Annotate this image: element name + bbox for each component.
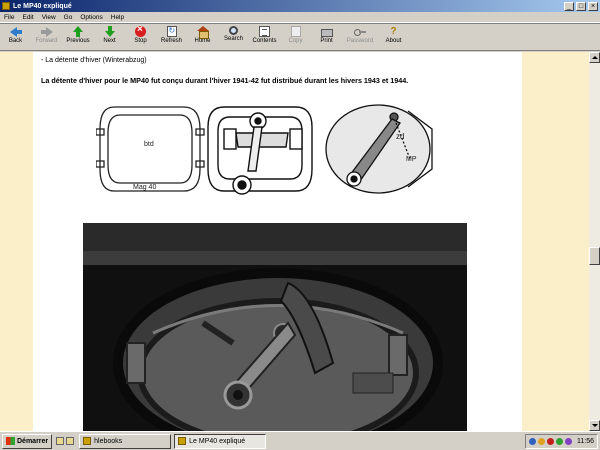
quick-launch-icon[interactable] xyxy=(56,437,65,445)
refresh-label: Refresh xyxy=(160,38,182,44)
search-label: Search xyxy=(223,36,243,42)
close-button[interactable]: × xyxy=(588,1,598,11)
clock: 11:56 xyxy=(577,437,594,445)
section-text: La détente d'hiver pour le MP40 fut conç… xyxy=(41,76,409,85)
previous-label: Previous xyxy=(66,38,90,44)
system-tray: 11:56 xyxy=(525,433,598,449)
menu-view[interactable]: View xyxy=(38,14,60,21)
minimize-button[interactable]: _ xyxy=(564,1,574,11)
window-title: Le MP40 expliqué xyxy=(13,2,72,10)
trigger-drawings: btd Mag 40 zd MP xyxy=(96,104,433,195)
task-mp40[interactable]: Le MP40 expliqué xyxy=(174,433,267,449)
print-icon xyxy=(320,29,333,37)
cover-mark: btd xyxy=(144,141,154,148)
task-hlebooks[interactable]: hlebooks xyxy=(79,433,172,449)
search-icon xyxy=(229,26,238,35)
about-button[interactable]: ? About xyxy=(378,26,409,50)
password-label: Password xyxy=(346,38,374,44)
plate-drawing xyxy=(325,104,433,194)
menu-help[interactable]: Help xyxy=(107,14,128,21)
contents-label: Contents xyxy=(252,38,277,44)
home-icon xyxy=(196,26,209,39)
next-button[interactable]: Next xyxy=(94,26,125,50)
stop-label: Stop xyxy=(134,38,147,44)
copy-icon xyxy=(290,26,301,37)
help-book-icon xyxy=(178,437,187,445)
about-icon: ? xyxy=(390,26,397,37)
next-label: Next xyxy=(103,38,116,44)
next-arrow-icon xyxy=(104,26,116,37)
cover-drawing xyxy=(96,106,205,192)
forward-label: Forward xyxy=(35,38,58,44)
back-label: Back xyxy=(8,38,23,44)
menu-go[interactable]: Go xyxy=(60,14,77,21)
menu-options[interactable]: Options xyxy=(76,14,106,21)
print-button[interactable]: Print xyxy=(311,26,342,50)
toolbar: Back Forward Previous Next Stop Refresh … xyxy=(0,23,600,51)
update-icon[interactable] xyxy=(556,437,563,445)
forward-arrow-icon xyxy=(40,26,53,37)
stop-button[interactable]: Stop xyxy=(125,24,156,50)
maximize-button[interactable]: □ xyxy=(576,1,586,11)
menu-bar: File Edit View Go Options Help xyxy=(0,12,600,23)
task-label: hlebooks xyxy=(94,437,123,445)
previous-arrow-icon xyxy=(72,26,84,37)
password-button[interactable]: Password xyxy=(342,26,378,50)
menu-edit[interactable]: Edit xyxy=(18,14,37,21)
network-icon[interactable] xyxy=(529,437,536,445)
quick-launch xyxy=(56,437,76,445)
plate-mark-zd: zd xyxy=(396,132,404,141)
mechanism-drawing xyxy=(207,106,313,195)
content-area: - La détente d'hiver (Winterabzug) La dé… xyxy=(0,52,589,431)
plate-mark-mp: MP xyxy=(406,156,417,163)
app-icon xyxy=(2,2,10,10)
about-label: About xyxy=(385,38,402,44)
print-label: Print xyxy=(320,38,333,44)
copy-label: Copy xyxy=(288,38,303,44)
previous-button[interactable]: Previous xyxy=(62,26,94,50)
menu-file[interactable]: File xyxy=(0,14,18,21)
folder-icon xyxy=(83,437,92,445)
trigger-photo xyxy=(83,223,467,431)
app-tray-icon[interactable] xyxy=(565,437,572,445)
refresh-icon xyxy=(166,26,177,37)
task-label: Le MP40 expliqué xyxy=(189,437,246,445)
start-button[interactable]: Démarrer xyxy=(2,433,53,449)
scroll-down-button[interactable] xyxy=(589,420,600,431)
back-button[interactable]: Back xyxy=(0,26,31,50)
start-label: Démarrer xyxy=(17,437,49,445)
cover-date: Mag 40 xyxy=(133,184,156,191)
page-body: - La détente d'hiver (Winterabzug) La dé… xyxy=(33,52,522,431)
title-bar[interactable]: Le MP40 expliqué _ □ × xyxy=(0,0,600,12)
copy-button[interactable]: Copy xyxy=(280,26,311,50)
windows-flag-icon xyxy=(6,437,15,445)
vertical-scrollbar[interactable] xyxy=(589,52,600,431)
quick-launch-icon[interactable] xyxy=(66,437,75,445)
contents-button[interactable]: Contents xyxy=(249,26,280,50)
volume-icon[interactable] xyxy=(538,437,545,445)
password-icon xyxy=(354,26,366,37)
refresh-button[interactable]: Refresh xyxy=(156,26,187,50)
taskbar: Démarrer hlebooks Le MP40 expliqué 11:56 xyxy=(0,431,600,450)
home-button[interactable]: Home xyxy=(187,26,218,50)
scroll-thumb[interactable] xyxy=(589,247,600,265)
section-title: - La détente d'hiver (Winterabzug) xyxy=(41,57,147,64)
back-arrow-icon xyxy=(9,26,22,37)
forward-button[interactable]: Forward xyxy=(31,26,62,50)
application-window: Le MP40 expliqué _ □ × File Edit View Go… xyxy=(0,0,600,450)
search-button[interactable]: Search xyxy=(218,26,249,50)
stop-icon xyxy=(135,24,146,37)
scroll-up-button[interactable] xyxy=(589,52,600,63)
contents-icon xyxy=(259,26,270,37)
antivirus-icon[interactable] xyxy=(547,437,554,445)
